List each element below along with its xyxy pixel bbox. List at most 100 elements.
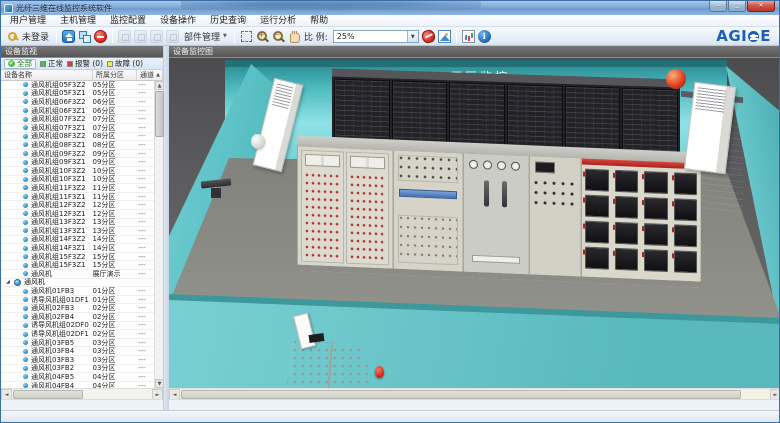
toolbar-separator: [456, 29, 457, 43]
device-status-icon: [23, 323, 28, 328]
hscroll-thumb[interactable]: [181, 390, 741, 399]
group-icon: [14, 279, 21, 286]
device-status-icon: [23, 134, 28, 139]
cancel-icon[interactable]: [420, 28, 436, 44]
device-status-icon: [23, 237, 28, 242]
device-channel: ---: [138, 158, 154, 166]
lcd-display: [399, 189, 457, 199]
wall-alarm-icon[interactable]: [375, 366, 384, 378]
menu-item[interactable]: 监控配置: [103, 15, 153, 27]
lever-handle: [484, 180, 489, 206]
select-region-icon[interactable]: [240, 30, 253, 43]
device-channel: ---: [138, 107, 154, 115]
maximize-button[interactable]: ▢: [728, 1, 746, 12]
gauge-cabinet[interactable]: [463, 153, 529, 274]
device-channel: ---: [138, 356, 154, 364]
column-zone[interactable]: 所属分区: [93, 70, 137, 80]
zoom-in-icon[interactable]: +: [256, 30, 269, 43]
menu-item[interactable]: 运行分析: [253, 15, 303, 27]
device-status-icon: [23, 289, 28, 294]
filter-all[interactable]: ✓ 全部: [4, 59, 36, 69]
scene-3d-viewport[interactable]: 厂区监控: [169, 58, 780, 399]
lever-handle: [502, 181, 507, 207]
display-cabinet[interactable]: [393, 151, 463, 272]
cabinet-door[interactable]: [301, 150, 344, 264]
device-status-icon: [23, 297, 28, 302]
login-button[interactable]: 未登录: [5, 29, 51, 44]
scroll-up-icon[interactable]: ▲: [155, 81, 164, 90]
login-label: 未登录: [22, 30, 49, 43]
column-device-name[interactable]: 设备名称: [1, 70, 93, 80]
filter-fault[interactable]: 故障 (0): [107, 58, 143, 69]
indicator-cabinet[interactable]: [297, 147, 393, 269]
device-list-vscrollbar[interactable]: ▲ ▼: [154, 81, 163, 388]
chart-icon[interactable]: [462, 30, 475, 43]
switch-unit: [585, 169, 609, 192]
chevron-down-icon: ▼: [223, 33, 227, 39]
menu-item[interactable]: 用户管理: [3, 15, 53, 27]
close-button[interactable]: ✕: [747, 1, 775, 12]
cabinet-door[interactable]: [346, 152, 389, 266]
device-status-icon: [23, 168, 28, 173]
device-status-icon: [23, 357, 28, 362]
device-status-icon: [23, 263, 28, 268]
hscroll-thumb[interactable]: [13, 390, 83, 399]
cascade-windows-icon[interactable]: [78, 30, 91, 43]
switch-unit: [615, 170, 639, 193]
combo-dropdown-icon[interactable]: ▼: [407, 31, 418, 42]
pan-hand-icon[interactable]: [288, 30, 301, 43]
control-cabinet-row[interactable]: [297, 136, 701, 301]
device-channel: ---: [138, 218, 154, 226]
filter-normal[interactable]: 正常: [40, 58, 63, 69]
switchgear-cabinet[interactable]: [581, 158, 701, 281]
scale-combobox[interactable]: 25% ▼: [333, 30, 419, 43]
device-status-icon: [23, 194, 28, 199]
device-channel: ---: [138, 347, 154, 355]
tree-expand-icon[interactable]: ◢: [6, 279, 14, 285]
viewport-hscrollbar[interactable]: ◄ ►: [169, 388, 780, 399]
scroll-down-icon[interactable]: ▼: [155, 379, 164, 388]
device-list-hscrollbar[interactable]: ◄ ►: [1, 388, 163, 399]
zoom-out-icon[interactable]: −: [272, 30, 285, 43]
device-status-icon: [23, 271, 28, 276]
scale-value: 25%: [334, 32, 407, 41]
device-channel: ---: [138, 235, 154, 243]
image-view-icon[interactable]: [438, 30, 451, 43]
vscroll-thumb[interactable]: [155, 91, 164, 137]
menu-item[interactable]: 历史查询: [203, 15, 253, 27]
device-channel: ---: [138, 270, 154, 278]
info-icon[interactable]: [478, 30, 491, 43]
alarm-sphere-icon[interactable]: [666, 69, 686, 89]
device-channel: ---: [138, 296, 154, 304]
label-text-lines: [695, 87, 726, 112]
security-camera[interactable]: [201, 176, 235, 200]
title-bar[interactable]: 光纤三维在线监控系统软件 — ▢ ✕: [1, 1, 779, 15]
menu-item[interactable]: 主机管理: [53, 15, 103, 27]
menu-item[interactable]: 设备操作: [153, 15, 203, 27]
switch-unit: [674, 172, 698, 195]
stop-icon[interactable]: [94, 30, 107, 43]
device-status-icon: [23, 177, 28, 182]
device-status-icon: [23, 151, 28, 156]
gauge-icon: [511, 162, 520, 171]
column-channel[interactable]: 通道▲: [137, 70, 163, 80]
home-icon[interactable]: [62, 30, 75, 43]
device-status-icon: [23, 349, 28, 354]
device-zone: 04分区: [93, 381, 139, 388]
wall-knob: [251, 134, 264, 149]
device-status-icon: [23, 82, 28, 87]
switch-unit: [644, 197, 668, 220]
minimize-button[interactable]: —: [709, 1, 727, 12]
widget-manage-button[interactable]: 部件管理 ▼: [182, 29, 229, 44]
device-status-icon: [23, 228, 28, 233]
switch-unit: [644, 223, 668, 246]
app-icon: [4, 4, 13, 13]
device-status-icon: [23, 160, 28, 165]
filter-alarm[interactable]: 报警 (0): [67, 58, 103, 69]
meter-window: [535, 162, 555, 174]
menu-item[interactable]: 帮助: [303, 15, 335, 27]
relay-cabinet[interactable]: [529, 156, 581, 276]
right-panel-header: 设备监控图: [169, 46, 780, 58]
device-channel: ---: [138, 124, 154, 132]
device-status-icon: [23, 306, 28, 311]
